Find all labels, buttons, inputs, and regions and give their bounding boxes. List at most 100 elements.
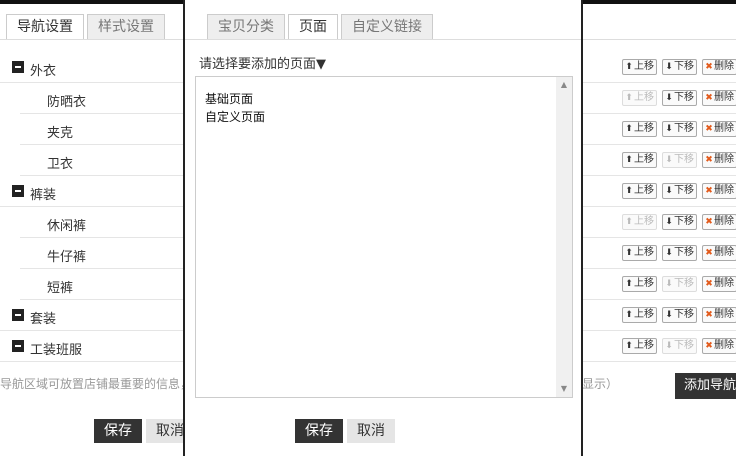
move-up-button[interactable]: ⬆ 上移 [622, 152, 657, 168]
arrow-down-icon: ⬇ [665, 93, 673, 103]
tab-item-category[interactable]: 宝贝分类 [207, 14, 285, 40]
move-up-button-label: 上移 [634, 154, 654, 165]
list-item-basic-page[interactable]: 基础页面 [205, 90, 253, 107]
delete-button[interactable]: ✖ 删除 [702, 183, 736, 199]
move-down-button[interactable]: ⬇ 下移 [662, 121, 697, 137]
move-down-button-label: 下移 [674, 123, 694, 134]
delete-button-label: 删除 [714, 185, 734, 196]
delete-icon: ✖ [705, 93, 713, 103]
move-down-button-label: 下移 [674, 216, 694, 227]
nav-tabs: 导航设置 样式设置 [6, 14, 168, 40]
delete-button[interactable]: ✖ 删除 [702, 307, 736, 323]
move-up-button[interactable]: ⬆ 上移 [622, 214, 657, 230]
arrow-down-icon: ⬇ [665, 155, 673, 165]
delete-button[interactable]: ✖ 删除 [702, 338, 736, 354]
nav-item-label: 工装班服 [30, 343, 83, 358]
move-down-button-label: 下移 [674, 61, 694, 72]
nav-item-label: 牛仔裤 [47, 250, 87, 265]
delete-button[interactable]: ✖ 删除 [702, 245, 736, 261]
move-down-button-label: 下移 [674, 247, 694, 258]
move-down-button[interactable]: ⬇ 下移 [662, 214, 697, 230]
move-down-button[interactable]: ⬇ 下移 [662, 276, 697, 292]
listbox-scrollbar[interactable]: ▲ ▼ [556, 77, 572, 397]
move-down-button[interactable]: ⬇ 下移 [662, 338, 697, 354]
arrow-down-icon: ⬇ [665, 62, 673, 72]
delete-icon: ✖ [705, 124, 713, 134]
move-down-button[interactable]: ⬇ 下移 [662, 245, 697, 261]
delete-icon: ✖ [705, 279, 713, 289]
scroll-down-icon[interactable]: ▼ [556, 381, 572, 397]
collapse-icon[interactable] [12, 309, 24, 321]
arrow-down-icon: ⬇ [665, 124, 673, 134]
dialog-cancel-button[interactable]: 取消 [347, 419, 395, 443]
delete-icon: ✖ [705, 217, 713, 227]
row-actions: ⬆ 上移 ⬇ 下移 ✖ 删除 [622, 276, 736, 292]
move-up-button[interactable]: ⬆ 上移 [622, 90, 657, 106]
dialog-tab-divider [185, 39, 581, 40]
move-up-button-label: 上移 [634, 185, 654, 196]
row-actions: ⬆ 上移 ⬇ 下移 ✖ 删除 [622, 245, 736, 261]
collapse-icon[interactable] [12, 340, 24, 352]
page-listbox[interactable]: 基础页面 自定义页面 ▲ ▼ [195, 76, 573, 398]
dialog-tabs: 宝贝分类 页面 自定义链接 [207, 14, 436, 40]
nav-item-label: 休闲裤 [47, 219, 87, 234]
delete-button[interactable]: ✖ 删除 [702, 214, 736, 230]
move-up-button[interactable]: ⬆ 上移 [622, 245, 657, 261]
move-down-button[interactable]: ⬇ 下移 [662, 307, 697, 323]
arrow-up-icon: ⬆ [625, 186, 633, 196]
collapse-icon[interactable] [12, 61, 24, 73]
save-button[interactable]: 保存 [94, 419, 142, 443]
delete-button[interactable]: ✖ 删除 [702, 90, 736, 106]
move-up-button[interactable]: ⬆ 上移 [622, 183, 657, 199]
dialog-save-button[interactable]: 保存 [295, 419, 343, 443]
delete-button-label: 删除 [714, 123, 734, 134]
collapse-icon[interactable] [12, 185, 24, 197]
move-up-button[interactable]: ⬆ 上移 [622, 338, 657, 354]
nav-item-label: 夹克 [47, 126, 74, 141]
delete-button-label: 删除 [714, 61, 734, 72]
move-down-button-label: 下移 [674, 92, 694, 103]
nav-item-label: 外衣 [30, 64, 57, 79]
move-up-button-label: 上移 [634, 247, 654, 258]
delete-button[interactable]: ✖ 删除 [702, 276, 736, 292]
delete-button[interactable]: ✖ 删除 [702, 59, 736, 75]
nav-item-label: 防晒衣 [47, 95, 87, 110]
move-down-button-label: 下移 [674, 154, 694, 165]
tab-custom-link[interactable]: 自定义链接 [341, 14, 433, 40]
delete-button[interactable]: ✖ 删除 [702, 152, 736, 168]
list-item-custom-page[interactable]: 自定义页面 [205, 108, 265, 125]
move-down-button[interactable]: ⬇ 下移 [662, 152, 697, 168]
delete-button-label: 删除 [714, 247, 734, 258]
move-up-button[interactable]: ⬆ 上移 [622, 307, 657, 323]
move-up-button-label: 上移 [634, 216, 654, 227]
delete-icon: ✖ [705, 62, 713, 72]
tab-style-settings[interactable]: 样式设置 [87, 14, 165, 40]
move-up-button-label: 上移 [634, 278, 654, 289]
delete-button[interactable]: ✖ 删除 [702, 121, 736, 137]
row-actions: ⬆ 上移 ⬇ 下移 ✖ 删除 [622, 90, 736, 106]
tab-page[interactable]: 页面 [288, 14, 338, 40]
page-select-label[interactable]: 请选择要添加的页面▼ [199, 53, 326, 72]
move-down-button[interactable]: ⬇ 下移 [662, 59, 697, 75]
arrow-down-icon: ⬇ [665, 279, 673, 289]
nav-item-label: 裤装 [30, 188, 57, 203]
arrow-up-icon: ⬆ [625, 93, 633, 103]
arrow-up-icon: ⬆ [625, 62, 633, 72]
move-up-button-label: 上移 [634, 61, 654, 72]
row-actions: ⬆ 上移 ⬇ 下移 ✖ 删除 [622, 121, 736, 137]
move-down-button[interactable]: ⬇ 下移 [662, 90, 697, 106]
tab-nav-settings[interactable]: 导航设置 [6, 14, 84, 40]
move-up-button[interactable]: ⬆ 上移 [622, 276, 657, 292]
add-nav-button[interactable]: 添加导航 [675, 373, 736, 399]
row-actions: ⬆ 上移 ⬇ 下移 ✖ 删除 [622, 214, 736, 230]
move-up-button[interactable]: ⬆ 上移 [622, 121, 657, 137]
arrow-up-icon: ⬆ [625, 341, 633, 351]
delete-button-label: 删除 [714, 309, 734, 320]
delete-icon: ✖ [705, 155, 713, 165]
move-up-button-label: 上移 [634, 340, 654, 351]
scroll-up-icon[interactable]: ▲ [556, 77, 572, 93]
arrow-up-icon: ⬆ [625, 155, 633, 165]
delete-icon: ✖ [705, 310, 713, 320]
move-up-button[interactable]: ⬆ 上移 [622, 59, 657, 75]
move-down-button[interactable]: ⬇ 下移 [662, 183, 697, 199]
